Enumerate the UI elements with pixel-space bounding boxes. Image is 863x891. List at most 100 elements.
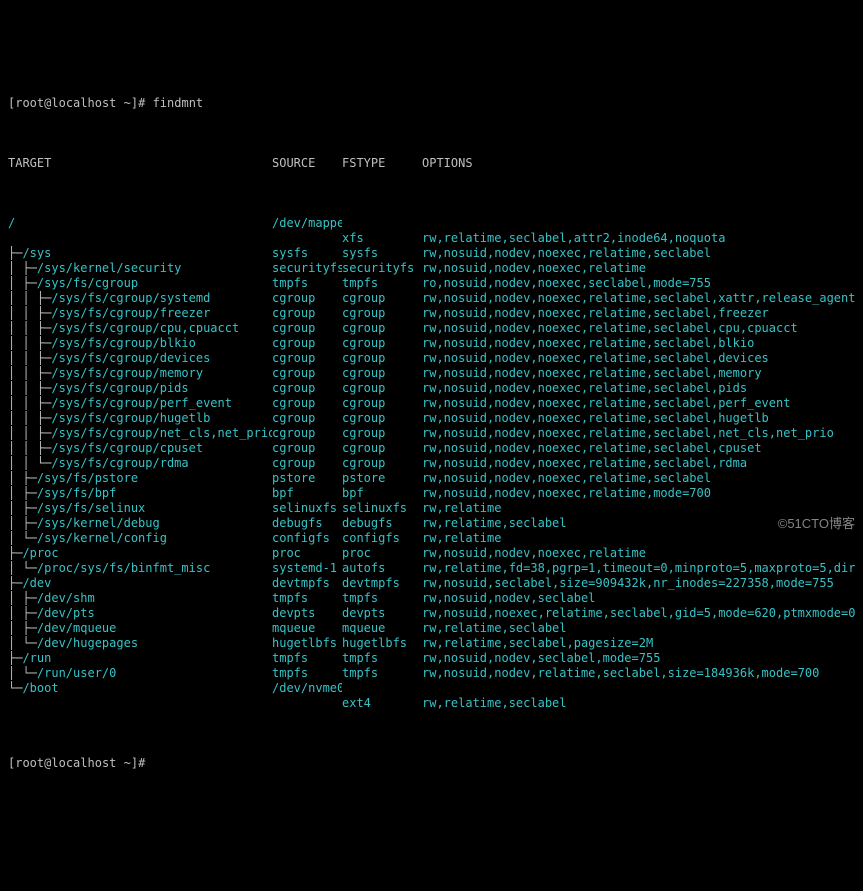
cell-options: rw,relatime,seclabel: [422, 696, 855, 711]
table-row: ├─/devdevtmpfsdevtmpfsrw,nosuid,seclabel…: [8, 576, 855, 591]
cell-fstype: cgroup: [342, 441, 422, 456]
cell-fstype: tmpfs: [342, 651, 422, 666]
cell-fstype: cgroup: [342, 411, 422, 426]
cell-source: debugfs: [272, 516, 342, 531]
table-row: │ └─/run/user/0tmpfstmpfsrw,nosuid,nodev…: [8, 666, 855, 681]
cell-options: rw,nosuid,nodev,seclabel: [422, 591, 855, 606]
cell-target: ├─/sys: [8, 246, 272, 261]
cell-options: rw,nosuid,nodev,noexec,relatime: [422, 546, 855, 561]
cell-fstype: devtmpfs: [342, 576, 422, 591]
table-row: │ ├─/sys/kernel/securitysecurityfssecuri…: [8, 261, 855, 276]
table-row: //dev/mapper/cl-root: [8, 216, 855, 231]
cell-fstype: cgroup: [342, 306, 422, 321]
cell-target: /: [8, 216, 272, 231]
cell-source: [272, 696, 342, 711]
cell-fstype: cgroup: [342, 351, 422, 366]
cell-source: cgroup: [272, 381, 342, 396]
cell-target: │ │ ├─/sys/fs/cgroup/pids: [8, 381, 272, 396]
cell-source: cgroup: [272, 351, 342, 366]
cell-source: tmpfs: [272, 276, 342, 291]
cell-options: rw,nosuid,nodev,noexec,relatime,seclabel…: [422, 426, 855, 441]
table-row: │ │ ├─/sys/fs/cgroup/blkiocgroupcgrouprw…: [8, 336, 855, 351]
cell-options: rw,nosuid,nodev,noexec,relatime,seclabel…: [422, 291, 855, 306]
cell-target: │ ├─/sys/kernel/debug: [8, 516, 272, 531]
cell-source: cgroup: [272, 396, 342, 411]
cell-options: rw,nosuid,nodev,noexec,relatime,seclabel…: [422, 366, 855, 381]
cell-source: /dev/nvme0n1p1: [272, 681, 342, 696]
cell-target: │ ├─/dev/shm: [8, 591, 272, 606]
cell-options: rw,relatime: [422, 501, 855, 516]
cell-options: rw,nosuid,nodev,noexec,relatime,seclabel: [422, 471, 855, 486]
watermark-text: ©51CTO博客: [778, 516, 855, 531]
table-row: │ └─/dev/hugepageshugetlbfshugetlbfsrw,r…: [8, 636, 855, 651]
cell-target: │ └─/dev/hugepages: [8, 636, 272, 651]
cell-source: cgroup: [272, 306, 342, 321]
cell-source: cgroup: [272, 291, 342, 306]
cell-fstype: tmpfs: [342, 666, 422, 681]
cell-source: cgroup: [272, 426, 342, 441]
cell-options: rw,nosuid,nodev,noexec,relatime,seclabel…: [422, 336, 855, 351]
cell-source: mqueue: [272, 621, 342, 636]
cell-target: │ │ ├─/sys/fs/cgroup/blkio: [8, 336, 272, 351]
table-row: │ │ ├─/sys/fs/cgroup/perf_eventcgroupcgr…: [8, 396, 855, 411]
header-source: SOURCE: [272, 156, 342, 171]
cell-options: rw,nosuid,nodev,noexec,relatime,seclabel…: [422, 441, 855, 456]
cell-options: rw,nosuid,nodev,relatime,seclabel,size=1…: [422, 666, 855, 681]
cell-target: ├─/run: [8, 651, 272, 666]
cell-fstype: [342, 216, 422, 231]
cell-target: │ │ ├─/sys/fs/cgroup/hugetlb: [8, 411, 272, 426]
cell-options: rw,nosuid,noexec,relatime,seclabel,gid=5…: [422, 606, 855, 621]
cell-source: cgroup: [272, 456, 342, 471]
table-row: xfsrw,relatime,seclabel,attr2,inode64,no…: [8, 231, 855, 246]
cell-source: systemd-1: [272, 561, 342, 576]
table-row: ├─/procprocprocrw,nosuid,nodev,noexec,re…: [8, 546, 855, 561]
table-row: │ │ ├─/sys/fs/cgroup/pidscgroupcgrouprw,…: [8, 381, 855, 396]
cell-target: │ ├─/sys/kernel/security: [8, 261, 272, 276]
prompt-line: [root@localhost ~]# findmnt: [8, 96, 855, 111]
table-row: │ ├─/sys/fs/selinuxselinuxfsselinuxfsrw,…: [8, 501, 855, 516]
terminal-window[interactable]: [root@localhost ~]# findmnt TARGETSOURCE…: [8, 66, 855, 786]
cell-source: securityfs: [272, 261, 342, 276]
cell-fstype: selinuxfs: [342, 501, 422, 516]
cell-options: ro,nosuid,nodev,noexec,seclabel,mode=755: [422, 276, 855, 291]
header-fstype: FSTYPE: [342, 156, 422, 171]
cell-target: │ │ └─/sys/fs/cgroup/rdma: [8, 456, 272, 471]
cell-options: rw,nosuid,nodev,seclabel,mode=755: [422, 651, 855, 666]
table-row: ├─/syssysfssysfsrw,nosuid,nodev,noexec,r…: [8, 246, 855, 261]
cell-target: │ └─/sys/kernel/config: [8, 531, 272, 546]
cell-fstype: mqueue: [342, 621, 422, 636]
cell-source: cgroup: [272, 411, 342, 426]
cell-target: │ ├─/sys/fs/bpf: [8, 486, 272, 501]
cell-fstype: cgroup: [342, 336, 422, 351]
cell-fstype: hugetlbfs: [342, 636, 422, 651]
cell-options: rw,nosuid,nodev,noexec,relatime,seclabel…: [422, 396, 855, 411]
table-row: │ ├─/dev/ptsdevptsdevptsrw,nosuid,noexec…: [8, 606, 855, 621]
cell-options: rw,nosuid,nodev,noexec,relatime: [422, 261, 855, 276]
cell-target: │ │ ├─/sys/fs/cgroup/perf_event: [8, 396, 272, 411]
cell-options: [422, 681, 855, 696]
cell-source: cgroup: [272, 366, 342, 381]
table-row: │ │ ├─/sys/fs/cgroup/devicescgroupcgroup…: [8, 351, 855, 366]
cell-target: └─/boot: [8, 681, 272, 696]
cell-options: rw,nosuid,nodev,noexec,relatime,seclabel: [422, 246, 855, 261]
cell-options: rw,nosuid,nodev,noexec,relatime,seclabel…: [422, 321, 855, 336]
cell-options: rw,nosuid,nodev,noexec,relatime,seclabel…: [422, 411, 855, 426]
prompt-line-end[interactable]: [root@localhost ~]#: [8, 756, 855, 771]
cell-source: hugetlbfs: [272, 636, 342, 651]
cell-options: rw,relatime,seclabel,pagesize=2M: [422, 636, 855, 651]
cell-source: cgroup: [272, 321, 342, 336]
cell-source: /dev/mapper/cl-root: [272, 216, 342, 231]
table-row: │ │ ├─/sys/fs/cgroup/hugetlbcgroupcgroup…: [8, 411, 855, 426]
cell-source: cgroup: [272, 441, 342, 456]
table-row: │ ├─/sys/fs/pstorepstorepstorerw,nosuid,…: [8, 471, 855, 486]
cell-fstype: autofs: [342, 561, 422, 576]
cell-fstype: cgroup: [342, 291, 422, 306]
table-row: │ ├─/sys/fs/cgrouptmpfstmpfsro,nosuid,no…: [8, 276, 855, 291]
cell-source: tmpfs: [272, 651, 342, 666]
cell-fstype: tmpfs: [342, 276, 422, 291]
cell-target: │ ├─/sys/fs/pstore: [8, 471, 272, 486]
cell-options: [422, 216, 855, 231]
cell-options: rw,nosuid,seclabel,size=909432k,nr_inode…: [422, 576, 855, 591]
cell-options: rw,nosuid,nodev,noexec,relatime,seclabel…: [422, 351, 855, 366]
table-row: │ ├─/sys/kernel/debugdebugfsdebugfsrw,re…: [8, 516, 855, 531]
